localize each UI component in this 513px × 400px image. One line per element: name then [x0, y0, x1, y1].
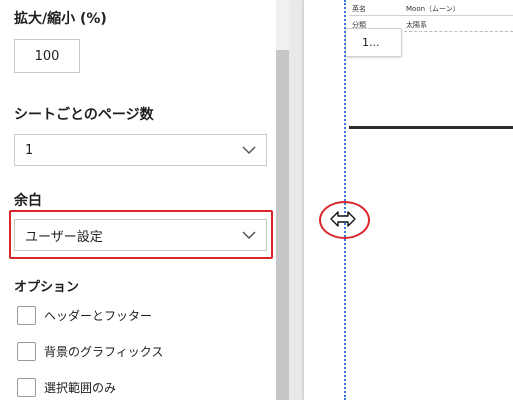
tooltip-value: 1...: [362, 36, 380, 49]
margin-value-tooltip: 1...: [345, 28, 402, 57]
preview-row-value: Moon（ムーン）: [406, 5, 460, 13]
margins-highlight: [9, 210, 273, 259]
horizontal-resize-icon: [330, 211, 356, 227]
option-header-footer[interactable]: ヘッダーとフッター: [17, 304, 152, 326]
settings-scrollbar-thumb[interactable]: [276, 50, 289, 400]
option-label: 選択範囲のみ: [44, 380, 117, 395]
preview-horizontal-rule: [349, 126, 513, 129]
options-label: オプション: [14, 280, 80, 295]
preview-row-divider: [349, 15, 513, 16]
print-settings-panel: 拡大/縮小 (%) 100 シートごとのページ数 1 余白 ユーザー設定 オプシ…: [0, 0, 276, 400]
selection-only-checkbox[interactable]: [17, 377, 36, 397]
print-settings-window: 拡大/縮小 (%) 100 シートごとのページ数 1 余白 ユーザー設定 オプシ…: [0, 0, 513, 400]
header-footer-checkbox[interactable]: [17, 305, 36, 325]
option-selection-only[interactable]: 選択範囲のみ: [17, 376, 116, 398]
background-graphics-checkbox[interactable]: [17, 341, 36, 361]
scale-value: 100: [34, 48, 60, 64]
option-background-graphics[interactable]: 背景のグラフィックス: [17, 340, 163, 362]
preview-row-key: 英名: [352, 5, 366, 13]
preview-page: [304, 0, 513, 400]
preview-row-value: 太陽系: [406, 21, 427, 29]
option-label: 背景のグラフィックス: [44, 344, 164, 359]
scale-input[interactable]: 100: [14, 39, 80, 73]
pages-per-sheet-value: 1: [25, 142, 34, 158]
left-margin-guide[interactable]: [344, 0, 346, 400]
option-label: ヘッダーとフッター: [44, 308, 153, 323]
chevron-down-icon: [242, 145, 256, 154]
margins-label: 余白: [14, 193, 42, 209]
preview-row-divider: [404, 31, 513, 32]
pages-per-sheet-label: シートごとのページ数: [14, 107, 154, 123]
scale-label: 拡大/縮小 (%): [14, 11, 107, 27]
pages-per-sheet-select[interactable]: 1: [14, 134, 267, 166]
